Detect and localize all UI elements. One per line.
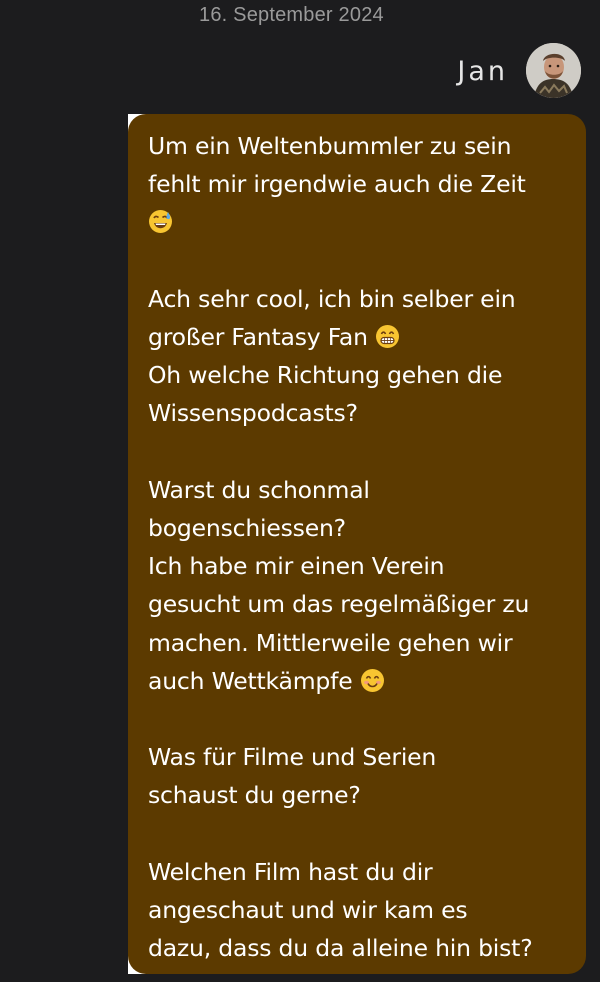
message-text-2b: Oh welche Richtung gehen die Wissenspodc… [148,361,503,428]
message-paragraph-4: Was für Filme und Serien schaust du gern… [148,743,437,810]
message-paragraph-1: Um ein Weltenbummler zu sein fehlt mir i… [148,127,572,242]
message-text-3: Warst du schonmal bogenschiessen? Ich ha… [148,475,530,695]
smiling-face-icon [360,666,385,692]
grinning-face-icon [375,322,400,348]
message-paragraph-5: Welchen Film hast du dir angeschaut und … [148,857,533,963]
message-paragraph-3: Warst du schonmal bogenschiessen? Ich ha… [148,471,572,700]
sender-name: Jan [457,56,508,87]
avatar-photo-icon [526,43,581,98]
avatar[interactable] [526,43,581,98]
message-bubble[interactable]: Um ein Weltenbummler zu sein fehlt mir i… [128,114,586,974]
smiling-face-sweat-icon [148,207,173,234]
message-text-1: Um ein Weltenbummler zu sein fehlt mir i… [148,132,526,199]
message-text-2a: Ach sehr cool, ich bin selber ein großer… [148,284,516,351]
chat-date-separator: 16. September 2024 [199,4,384,26]
message-paragraph-2: Ach sehr cool, ich bin selber ein großer… [148,280,572,433]
